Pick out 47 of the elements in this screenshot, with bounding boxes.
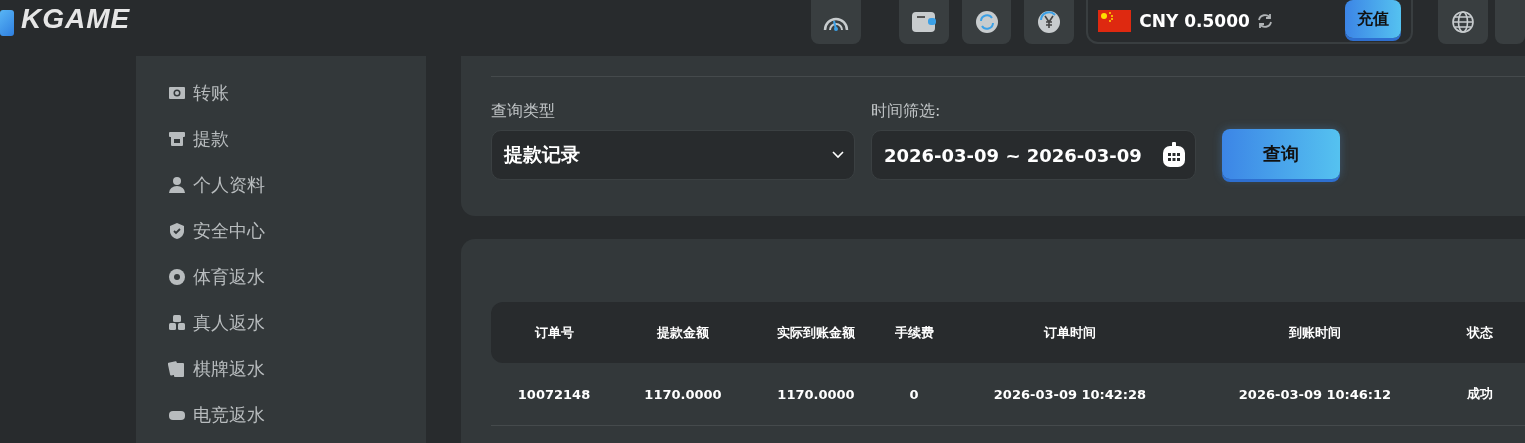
query-button[interactable]: 查询 bbox=[1222, 129, 1340, 179]
logo[interactable]: KGAME bbox=[17, 3, 131, 35]
refresh-icon[interactable] bbox=[1255, 12, 1274, 30]
sidebar-item[interactable]: 电竞返水 bbox=[167, 392, 427, 438]
sidebar-item[interactable]: 转账 bbox=[167, 70, 427, 116]
flag-icon bbox=[1098, 10, 1132, 32]
globe-icon[interactable] bbox=[1438, 0, 1489, 44]
table-cell-text: 1170.0000 bbox=[643, 386, 723, 402]
balance-amount: CNY 0.5000 bbox=[1139, 11, 1250, 31]
date-range-field[interactable]: 2026-03-09 ~ 2026-03-09 bbox=[871, 130, 1196, 180]
cash-icon bbox=[167, 84, 186, 102]
speedometer-icon[interactable] bbox=[811, 0, 861, 44]
column-header: 到账时间 bbox=[1288, 323, 1342, 342]
cards-icon bbox=[167, 360, 186, 378]
table-cell-text: 1170.0000 bbox=[776, 386, 856, 402]
sidebar-item[interactable]: 棋牌返水 bbox=[167, 346, 427, 392]
deposit-button[interactable]: 充值 bbox=[1345, 0, 1402, 38]
user-icon bbox=[167, 176, 186, 194]
wallet-icon[interactable] bbox=[898, 0, 949, 44]
atm-icon bbox=[167, 130, 186, 148]
currency-exchange-icon[interactable] bbox=[1024, 0, 1075, 44]
column-header: 手续费 bbox=[893, 323, 935, 342]
sidebar-item[interactable]: 提款 bbox=[167, 116, 427, 162]
table-cell-text: 0 bbox=[908, 386, 920, 402]
dice-icon bbox=[167, 314, 186, 332]
column-header: 提款金额 bbox=[656, 323, 710, 342]
sidebar-item[interactable]: 真人返水 bbox=[167, 300, 427, 346]
chevron-down-icon bbox=[832, 151, 844, 159]
sidebar-item[interactable]: 安全中心 bbox=[167, 208, 427, 254]
sidebar-item[interactable]: 体育返水 bbox=[167, 254, 427, 300]
column-header: 状态 bbox=[1465, 323, 1494, 342]
table-cell-text: 成功 bbox=[1466, 385, 1494, 403]
type-select[interactable]: 提款记录 bbox=[491, 130, 855, 180]
column-header: 实际到账金额 bbox=[776, 323, 856, 342]
sidebar-item[interactable]: 个人资料 bbox=[167, 162, 427, 208]
field-label: 时间筛选: bbox=[871, 101, 942, 122]
ball-icon bbox=[167, 268, 186, 286]
shield-icon bbox=[167, 222, 186, 240]
table-cell-text: 2026-03-09 10:42:28 bbox=[992, 386, 1148, 402]
refresh-icon[interactable] bbox=[961, 0, 1012, 44]
table-cell-text: 2026-03-09 10:46:12 bbox=[1237, 386, 1393, 402]
column-header: 订单时间 bbox=[1043, 323, 1097, 342]
column-header: 订单号 bbox=[533, 323, 575, 342]
logo-mark-icon bbox=[0, 10, 14, 36]
calendar-icon bbox=[1162, 142, 1186, 168]
field-label: 查询类型 bbox=[491, 101, 556, 122]
table-cell-text: 10072148 bbox=[516, 386, 592, 402]
